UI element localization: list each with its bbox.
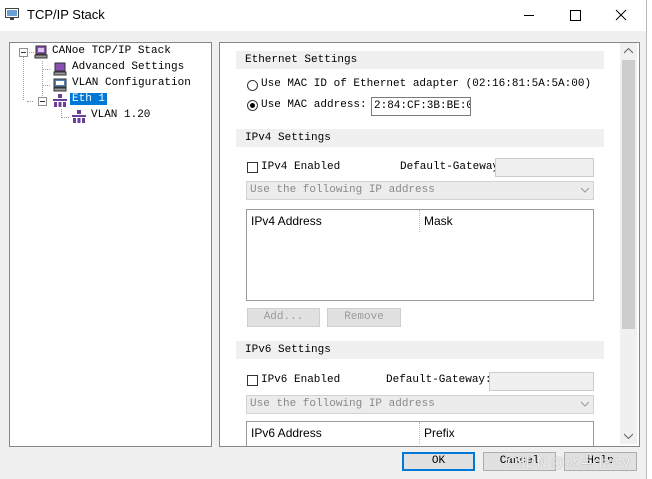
background-window-edge <box>647 0 652 479</box>
title-bar: TCP/IP Stack <box>0 0 646 31</box>
tree-item-vlan-configuration[interactable]: VLAN Configuration <box>72 77 191 89</box>
scroll-up-icon[interactable] <box>624 48 633 54</box>
tree-line <box>42 61 43 102</box>
radio-use-mac-address[interactable] <box>247 100 258 111</box>
vertical-scrollbar[interactable] <box>620 43 637 444</box>
ipv4-address-table[interactable]: IPv4 Address Mask <box>246 209 594 301</box>
radio-use-adapter-mac[interactable] <box>247 80 258 91</box>
tree-line <box>27 101 33 102</box>
vlan-icon <box>72 110 86 123</box>
ipv6-gateway-label: Default-Gateway: <box>386 374 492 386</box>
close-icon[interactable] <box>598 0 644 31</box>
ipv6-gateway-input[interactable] <box>489 372 594 391</box>
watermark: CSDN @冰点daisy <box>507 455 631 471</box>
tree-line <box>23 53 24 100</box>
ipv4-mask-column-header[interactable]: Mask <box>420 210 590 232</box>
minimize-icon[interactable] <box>506 0 552 31</box>
ipv4-address-column-header[interactable]: IPv4 Address <box>247 210 419 232</box>
computer-icon <box>34 45 48 59</box>
ipv6-mode-select[interactable]: Use the following IP address <box>246 395 594 414</box>
ipv4-remove-button[interactable]: Remove <box>327 308 401 327</box>
tree-line <box>42 85 50 86</box>
app-icon <box>5 8 19 20</box>
scrollbar-thumb[interactable] <box>622 60 635 329</box>
tree-view[interactable]: CANoe TCP/IP Stack Advanced Settings VLA… <box>9 42 212 447</box>
ipv4-add-button[interactable]: Add... <box>247 308 320 327</box>
chevron-down-icon <box>581 187 589 193</box>
ipv6-address-table[interactable]: IPv6 Address Prefix <box>246 421 594 446</box>
chevron-down-icon <box>581 401 589 407</box>
tree-item-root[interactable]: CANoe TCP/IP Stack <box>52 45 171 57</box>
ipv4-enabled-label[interactable]: IPv4 Enabled <box>261 161 340 173</box>
collapse-icon[interactable] <box>38 97 47 106</box>
ipv6-address-column-header[interactable]: IPv6 Address <box>247 422 419 444</box>
settings-icon <box>53 62 67 76</box>
tree-line <box>42 69 50 70</box>
collapse-icon[interactable] <box>19 48 28 57</box>
ipv6-mode-value: Use the following IP address <box>250 398 435 410</box>
tree-item-vlan-1-20[interactable]: VLAN 1.20 <box>91 109 150 121</box>
scroll-down-icon[interactable] <box>624 433 633 439</box>
ipv4-mode-value: Use the following IP address <box>250 184 435 196</box>
ethernet-icon <box>53 94 67 107</box>
tree-item-eth1[interactable]: Eth 1 <box>70 93 108 105</box>
vlan-config-icon <box>53 78 67 92</box>
ipv4-settings-header: IPv4 Settings <box>236 129 604 147</box>
radio-use-mac-address-label[interactable]: Use MAC address: <box>261 99 367 111</box>
ipv6-prefix-column-header[interactable]: Prefix <box>420 422 590 444</box>
tree-line <box>61 117 69 118</box>
tree-line <box>27 52 34 53</box>
tcpip-stack-dialog: TCP/IP Stack CANoe TCP/IP Stack Advanced… <box>0 0 647 479</box>
ipv6-enabled-label[interactable]: IPv6 Enabled <box>261 374 340 386</box>
maximize-icon[interactable] <box>552 0 598 31</box>
ok-button[interactable]: OK <box>402 452 475 471</box>
window-title: TCP/IP Stack <box>27 7 105 22</box>
radio-use-adapter-mac-label[interactable]: Use MAC ID of Ethernet adapter (02:16:81… <box>261 78 591 90</box>
settings-panel: Ethernet Settings Use MAC ID of Ethernet… <box>219 42 640 447</box>
ethernet-settings-header: Ethernet Settings <box>236 51 604 69</box>
mac-address-input[interactable]: 2:84:CF:3B:BE:00 <box>371 97 471 116</box>
ipv4-gateway-label: Default-Gateway: <box>400 161 506 173</box>
ipv4-enabled-checkbox[interactable] <box>247 162 258 173</box>
tree-item-advanced-settings[interactable]: Advanced Settings <box>72 61 184 73</box>
ipv6-settings-header: IPv6 Settings <box>236 341 604 359</box>
ipv6-enabled-checkbox[interactable] <box>247 375 258 386</box>
ipv4-gateway-input[interactable] <box>495 158 594 177</box>
ipv4-mode-select[interactable]: Use the following IP address <box>246 181 594 200</box>
